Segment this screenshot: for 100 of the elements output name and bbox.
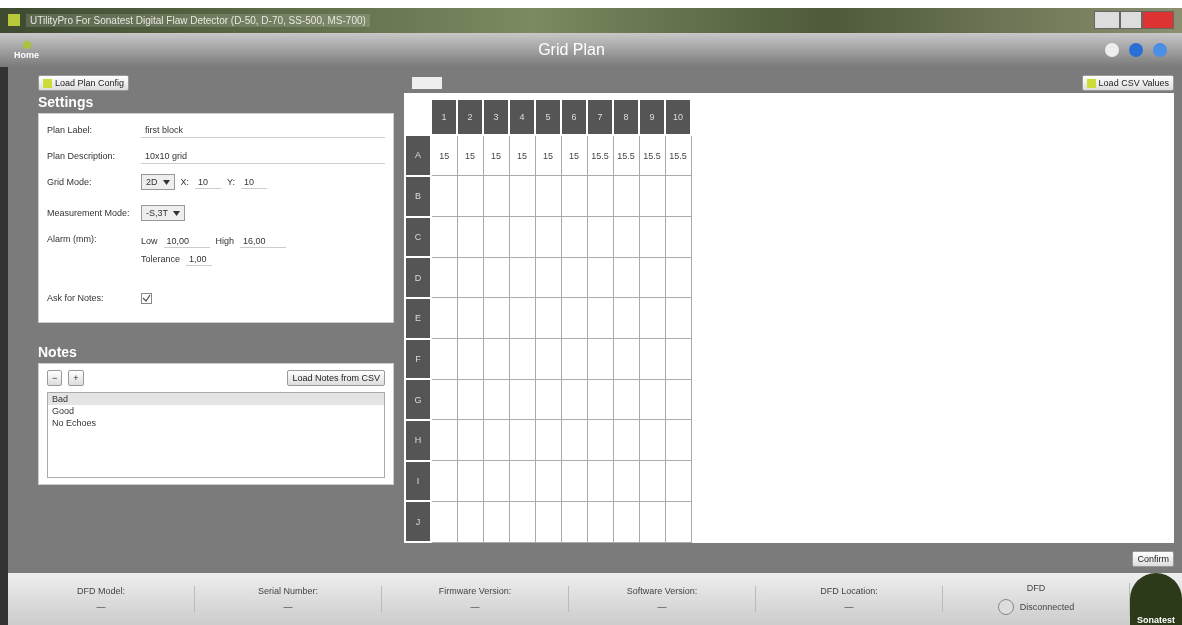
grid-cell[interactable]: 15 [483,135,509,176]
grid-cell[interactable] [665,297,691,339]
grid-cell[interactable] [665,175,691,217]
grid-cell[interactable] [587,297,613,339]
grid-cell[interactable] [665,460,691,502]
grid-cell[interactable] [509,501,535,542]
grid-cell[interactable] [561,460,587,502]
grid-cell[interactable] [483,297,509,339]
grid-cell[interactable] [561,379,587,420]
grid-cell[interactable] [509,216,535,258]
grid-cell[interactable] [483,460,509,502]
grid-cell[interactable] [535,338,561,380]
grid-cell[interactable] [457,175,483,217]
grid-cell[interactable] [613,338,639,380]
grid-cell[interactable] [483,216,509,258]
grid-cell[interactable] [639,257,665,298]
grid-cell[interactable] [483,379,509,420]
spin-field[interactable]: 16,00 [240,234,287,248]
grid-cell[interactable] [535,175,561,217]
add-button[interactable]: + [68,370,84,386]
remove-button[interactable]: − [47,370,63,386]
grid-cell[interactable] [665,338,691,380]
grid-cell[interactable] [483,257,509,298]
grid-cell[interactable] [509,460,535,502]
grid-cell[interactable] [587,257,613,298]
grid-cell[interactable] [535,297,561,339]
grid-cell[interactable]: 15 [431,135,457,176]
grid-cell[interactable] [587,216,613,258]
grid-cell[interactable] [509,175,535,217]
grid-cell[interactable] [509,297,535,339]
spin-field[interactable]: 1,00 [186,252,213,266]
grid-cell[interactable] [665,501,691,542]
dropdown[interactable]: 2D [141,174,175,190]
list-item[interactable]: Bad [48,393,384,405]
grid-cell[interactable] [431,257,457,298]
grid-cell[interactable] [483,419,509,461]
grid-cell[interactable] [561,297,587,339]
grid-cell[interactable] [431,297,457,339]
grid-cell[interactable] [639,297,665,339]
grid-cell[interactable] [639,379,665,420]
grid-cell[interactable] [561,257,587,298]
grid-cell[interactable] [639,338,665,380]
grid-cell[interactable] [457,338,483,380]
grid-cell[interactable] [483,501,509,542]
grid-cell[interactable] [587,379,613,420]
grid-cell[interactable] [431,419,457,461]
grid-cell[interactable] [457,257,483,298]
grid-cell[interactable] [613,419,639,461]
dropdown[interactable]: -S,3T [141,205,185,221]
grid-cell[interactable] [483,338,509,380]
grid-cell[interactable] [587,460,613,502]
checkbox[interactable] [141,292,152,304]
grid-cell[interactable] [665,419,691,461]
grid-cell[interactable] [535,460,561,502]
grid-cell[interactable] [639,501,665,542]
input-field[interactable]: first block [141,122,385,138]
grid-cell[interactable]: 15.5 [665,135,691,176]
grid-cell[interactable] [587,175,613,217]
grid-cell[interactable] [561,216,587,258]
grid-cell[interactable] [431,460,457,502]
grid-cell[interactable]: 15.5 [613,135,639,176]
grid-cell[interactable] [613,460,639,502]
input-field[interactable]: 10x10 grid [141,148,385,164]
grid-cell[interactable] [431,175,457,217]
grid-cell[interactable] [431,379,457,420]
grid-cell[interactable] [639,460,665,502]
grid-cell[interactable] [457,501,483,542]
grid-cell[interactable]: 15 [509,135,535,176]
grid-cell[interactable] [457,379,483,420]
grid-cell[interactable] [431,216,457,258]
list-item[interactable]: No Echoes [48,417,384,429]
grid-cell[interactable] [561,338,587,380]
grid-cell[interactable] [587,338,613,380]
grid-cell[interactable] [639,419,665,461]
load-csv-button[interactable]: Load CSV Values [1081,75,1174,91]
grid-cell[interactable] [535,501,561,542]
grid-cell[interactable] [613,175,639,217]
grid-cell[interactable] [457,297,483,339]
grid-cell[interactable]: 15 [561,135,587,176]
grid-cell[interactable] [535,257,561,298]
grid-cell[interactable] [665,257,691,298]
grid-cell[interactable] [457,460,483,502]
grid-cell[interactable] [587,419,613,461]
grid-cell[interactable] [457,216,483,258]
load-notes-button[interactable]: Load Notes from CSV [287,370,385,386]
grid-cell[interactable] [561,175,587,217]
grid-cell[interactable] [613,216,639,258]
grid-cell[interactable] [457,419,483,461]
grid-cell[interactable] [613,297,639,339]
grid-cell[interactable] [535,379,561,420]
grid-cell[interactable] [639,216,665,258]
maximize-button[interactable] [1120,11,1142,30]
grid-cell[interactable]: 15 [535,135,561,176]
grid-cell[interactable] [613,379,639,420]
grid-cell[interactable] [509,419,535,461]
grid-cell[interactable] [509,338,535,380]
spin-field[interactable]: 10,00 [163,234,210,248]
grid-cell[interactable] [431,338,457,380]
grid-cell[interactable] [665,216,691,258]
spin-field[interactable]: 10 [241,175,268,189]
